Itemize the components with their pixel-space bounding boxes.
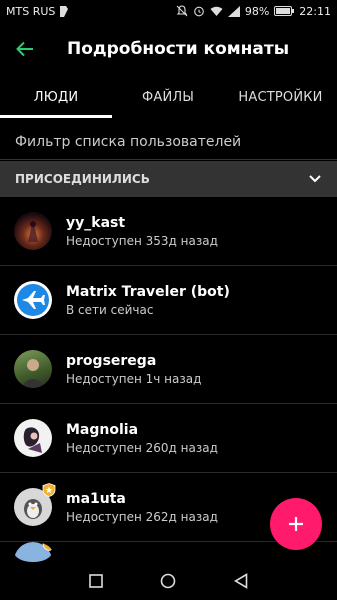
app-bar: Подробности комнаты xyxy=(0,22,337,76)
moderator-shield-icon xyxy=(42,542,52,551)
joined-section-header[interactable]: ПРИСОЕДИНИЛИСЬ xyxy=(0,161,337,197)
avatar xyxy=(14,212,52,250)
back-arrow-icon xyxy=(16,41,33,57)
alarm-icon xyxy=(193,6,204,17)
avatar xyxy=(14,419,52,457)
member-row[interactable]: Matrix Traveler (bot) В сети сейчас xyxy=(0,266,337,335)
member-status: В сети сейчас xyxy=(66,302,154,317)
member-status: Недоступен 262д назад xyxy=(66,509,218,524)
airplane-icon xyxy=(17,284,49,316)
battery-percent: 98% xyxy=(244,4,270,18)
page-title: Подробности комнаты xyxy=(67,39,290,59)
add-member-button[interactable] xyxy=(270,498,322,550)
clock: 22:11 xyxy=(299,4,331,18)
recent-apps-icon[interactable] xyxy=(89,574,103,588)
back-button[interactable] xyxy=(0,22,50,76)
wifi-icon xyxy=(210,6,223,16)
avatar xyxy=(14,281,52,319)
back-nav-icon[interactable] xyxy=(234,573,248,589)
chevron-down-icon xyxy=(309,175,321,183)
home-icon[interactable] xyxy=(160,573,176,589)
member-name: Matrix Traveler (bot) xyxy=(66,283,230,300)
member-row[interactable]: progserega Недоступен 1ч назад xyxy=(0,335,337,404)
member-row[interactable]: yy_kast Недоступен 353д назад xyxy=(0,197,337,266)
member-name: yy_kast xyxy=(66,214,126,231)
signal-icon xyxy=(227,5,240,17)
member-status: Недоступен 1ч назад xyxy=(66,371,202,386)
tab-files[interactable]: ФАЙЛЫ xyxy=(112,76,224,118)
carrier-label: MTS RUS xyxy=(6,4,56,18)
tab-settings[interactable]: НАСТРОЙКИ xyxy=(224,76,337,118)
status-bar: MTS RUS 98% 22:11 xyxy=(0,0,337,22)
tab-bar: ЛЮДИ ФАЙЛЫ НАСТРОЙКИ xyxy=(0,76,337,118)
section-title: ПРИСОЕДИНИЛИСЬ xyxy=(15,172,150,186)
member-status: Недоступен 260д назад xyxy=(66,440,218,455)
mute-icon xyxy=(176,5,188,17)
avatar xyxy=(14,350,52,388)
tab-people[interactable]: ЛЮДИ xyxy=(0,76,112,118)
carrier-icon xyxy=(60,5,69,17)
member-name: Magnolia xyxy=(66,421,139,438)
system-nav-bar xyxy=(0,562,337,600)
member-row[interactable]: Magnolia Недоступен 260д назад xyxy=(0,404,337,473)
avatar xyxy=(14,542,52,562)
member-name: ma1uta xyxy=(66,490,126,507)
member-name: progserega xyxy=(66,352,157,369)
user-filter-input[interactable]: Фильтр списка пользователей xyxy=(0,124,337,160)
moderator-shield-icon xyxy=(42,483,56,497)
avatar xyxy=(14,483,56,526)
member-status: Недоступен 353д назад xyxy=(66,233,218,248)
plus-icon xyxy=(289,517,303,531)
battery-icon xyxy=(274,6,295,16)
